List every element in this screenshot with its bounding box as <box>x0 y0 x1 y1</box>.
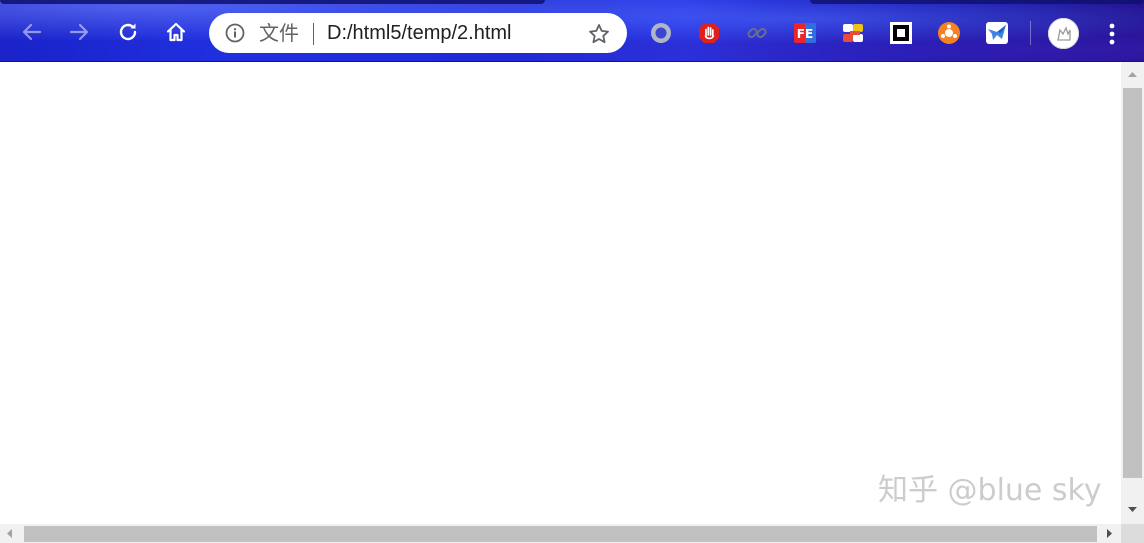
info-icon[interactable] <box>225 23 245 43</box>
horizontal-scroll-thumb[interactable] <box>24 526 1097 542</box>
link-extension-icon[interactable] <box>745 21 769 45</box>
fe-extension-icon[interactable]: FE <box>793 21 817 45</box>
blue-bird-extension-icon[interactable] <box>985 21 1009 45</box>
kebab-menu-icon[interactable] <box>1100 20 1124 48</box>
page-content <box>0 62 1121 524</box>
colorful-extension-icon[interactable] <box>841 21 865 45</box>
scroll-down-arrow-icon[interactable] <box>1121 498 1144 522</box>
scroll-right-arrow-icon[interactable] <box>1099 524 1119 543</box>
url-text[interactable]: D:/html5/temp/2.html <box>327 22 512 44</box>
forward-arrow-icon <box>69 23 89 41</box>
tab-strip-edge <box>810 0 1144 4</box>
vertical-scrollbar[interactable] <box>1121 62 1144 524</box>
vertical-scroll-thumb[interactable] <box>1123 88 1142 478</box>
horizontal-scrollbar[interactable] <box>0 524 1121 543</box>
star-icon[interactable] <box>587 22 611 46</box>
profile-avatar-icon <box>1048 18 1079 49</box>
back-button[interactable] <box>17 17 47 47</box>
orange-extension-icon[interactable] <box>937 21 961 45</box>
red-hand-extension-icon[interactable] <box>697 21 721 45</box>
black-square-extension-icon[interactable] <box>889 21 913 45</box>
forward-button[interactable] <box>64 17 94 47</box>
address-bar[interactable]: 文件 D:/html5/temp/2.html <box>209 13 627 53</box>
back-arrow-icon <box>22 23 42 41</box>
reload-icon <box>119 23 137 41</box>
reload-button[interactable] <box>113 17 143 47</box>
scrollbar-corner <box>1121 524 1144 543</box>
profile-avatar[interactable] <box>1048 18 1079 49</box>
scroll-up-arrow-icon[interactable] <box>1121 62 1144 86</box>
extension-divider <box>1030 21 1031 45</box>
home-button[interactable] <box>161 17 191 47</box>
scheme-separator <box>313 23 314 45</box>
home-icon <box>166 22 186 42</box>
tab-strip-edge <box>0 0 545 4</box>
watermark: 知乎 @blue sky <box>878 473 1102 508</box>
scheme-label: 文件 <box>259 21 299 45</box>
fe-extension-label: FE <box>797 27 813 41</box>
scroll-left-arrow-icon[interactable] <box>0 524 20 543</box>
browser-toolbar: 文件 D:/html5/temp/2.html FE <box>0 0 1144 62</box>
grey-circle-extension-icon[interactable] <box>649 21 673 45</box>
